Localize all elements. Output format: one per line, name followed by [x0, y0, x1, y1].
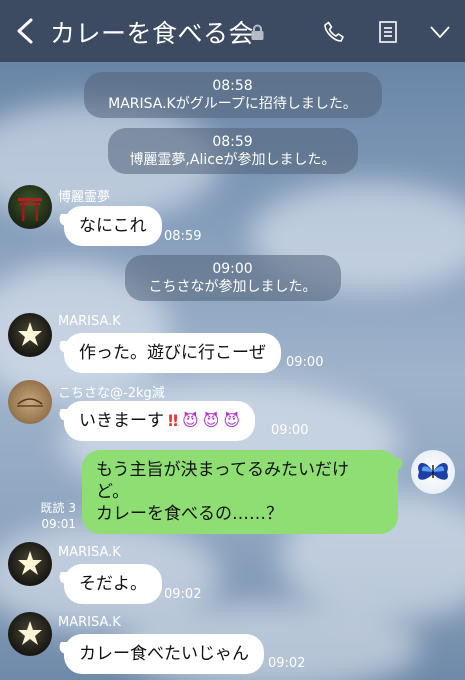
sender-name: MARISA.K	[58, 615, 121, 630]
read-count: 既読 3	[40, 501, 76, 515]
devil-face-icon: 😈	[223, 411, 241, 430]
message-time: 09:00	[271, 423, 309, 438]
message-bubble[interactable]: 作った。遊びに行こーぜ	[64, 333, 281, 373]
avatar-self[interactable]	[411, 450, 455, 494]
message-time: 09:02	[164, 587, 202, 602]
devil-face-icon: 😈	[182, 411, 199, 430]
system-message: 09:00 こちさなが参加しました。	[124, 255, 341, 301]
avatar-reimu[interactable]	[8, 185, 52, 229]
lock-icon	[251, 24, 264, 40]
message-time: 09:00	[286, 355, 324, 370]
chevron-down-icon[interactable]	[428, 20, 452, 44]
avatar-marisa[interactable]	[8, 313, 52, 357]
message-line: ど。	[96, 482, 130, 502]
avatar-kochisana[interactable]	[8, 380, 52, 424]
note-icon[interactable]	[376, 20, 400, 44]
avatar-marisa[interactable]	[8, 612, 52, 656]
message-time: 09:02	[268, 656, 306, 671]
chat-title: カレーを食べる会	[50, 19, 255, 48]
chat-header: カレーを食べる会	[0, 0, 465, 62]
system-text: 博麗霊夢,Aliceが参加しました。	[129, 152, 336, 168]
sender-name: MARISA.K	[58, 314, 121, 329]
system-text: こちさなが参加しました。	[148, 279, 317, 295]
system-time: 09:00	[212, 261, 253, 277]
sender-name: こちさな@-2kg減	[58, 386, 165, 401]
message-line: もう主旨が決まってるみたいだけ	[96, 460, 349, 480]
message-bubble[interactable]: カレー食べたいじゃん	[64, 634, 264, 674]
torii-icon	[18, 198, 42, 221]
avatar-marisa[interactable]	[8, 542, 52, 586]
devil-face-icon: 😈	[202, 411, 220, 430]
cafe-logo-icon	[17, 398, 43, 407]
read-receipt: 既読 3 09:01	[32, 500, 76, 532]
system-text: MARISA.Kがグループに招待しました。	[108, 96, 357, 112]
message-bubble[interactable]: なにこれ	[64, 206, 162, 246]
message-bubble[interactable]: いきまーす ‼ 😈 😈 😈	[64, 401, 256, 441]
system-message: 08:58 MARISA.Kがグループに招待しました。	[83, 72, 382, 118]
sender-name: MARISA.K	[58, 545, 121, 560]
butterfly-icon	[418, 462, 448, 480]
message-line: カレーを食べるの……？	[96, 504, 283, 524]
star-icon	[18, 551, 42, 575]
message-time: 09:01	[41, 517, 76, 531]
back-arrow-icon[interactable]	[14, 18, 38, 44]
sender-name: 博麗霊夢	[58, 190, 111, 205]
system-time: 08:58	[212, 78, 253, 94]
star-icon	[18, 322, 42, 346]
double-exclamation-icon: ‼	[168, 411, 179, 430]
star-icon	[18, 621, 42, 645]
message-text: いきまーす	[79, 411, 164, 431]
phone-icon[interactable]	[322, 20, 346, 44]
system-time: 08:59	[212, 134, 253, 150]
message-time: 08:59	[164, 229, 202, 244]
message-bubble[interactable]: そだよ。	[64, 564, 162, 604]
message-bubble-self[interactable]: もう主旨が決まってるみたいだけ ど。 カレーを食べるの……？	[82, 450, 398, 534]
system-message: 08:59 博麗霊夢,Aliceが参加しました。	[107, 128, 358, 174]
